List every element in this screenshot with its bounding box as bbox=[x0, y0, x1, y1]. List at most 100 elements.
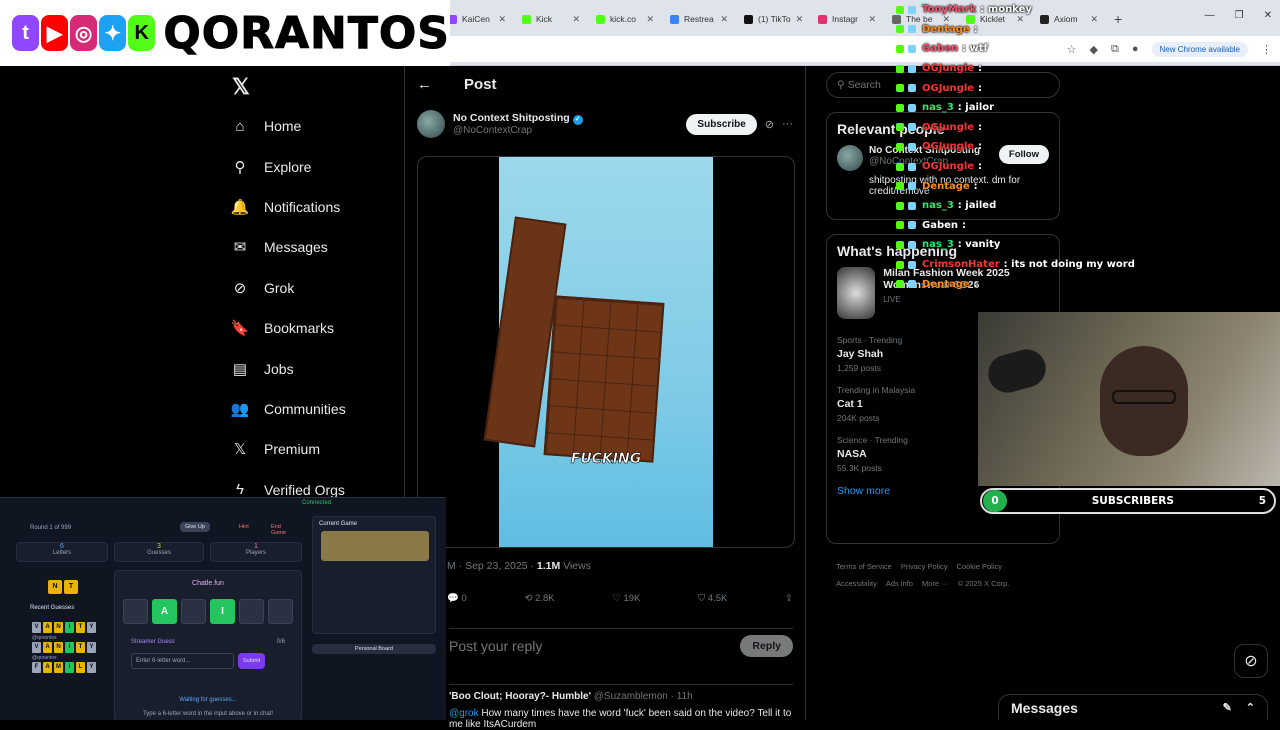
sidebar-item-label: Home bbox=[264, 118, 302, 135]
footer-link[interactable]: Terms of Service bbox=[836, 562, 892, 571]
sidebar-item-explore[interactable]: ⚲ Explore bbox=[230, 146, 400, 186]
sub-badge-icon bbox=[908, 123, 916, 132]
reply-button[interactable]: Reply bbox=[740, 635, 793, 657]
event-status: LIVE bbox=[883, 295, 901, 304]
sidebar-item-premium[interactable]: 𝕏 Premium bbox=[230, 429, 400, 469]
x-logo-icon[interactable]: 𝕏 bbox=[232, 74, 250, 100]
back-arrow-icon[interactable]: ← bbox=[417, 76, 432, 93]
game-toolbar: Round 1 of 999 Give Up Hint End Game bbox=[12, 522, 302, 536]
reply-icon: 💬 bbox=[447, 593, 459, 604]
sidebar-item-communities[interactable]: 👥 Communities bbox=[230, 389, 400, 429]
tab-favicon-icon bbox=[744, 14, 753, 24]
subscriber-goal-bar: 0 SUBSCRIBERS 5 bbox=[980, 488, 1276, 514]
hint-button[interactable]: Hint bbox=[234, 522, 254, 532]
avatar[interactable] bbox=[417, 110, 445, 138]
sidebar-item-label: Bookmarks bbox=[264, 320, 335, 337]
close-tab-icon[interactable]: ✕ bbox=[646, 14, 654, 25]
reply-action[interactable]: 💬 0 bbox=[447, 593, 467, 604]
more-icon[interactable]: ··· bbox=[782, 118, 793, 130]
guess-letter: A bbox=[43, 662, 52, 673]
browser-tab[interactable]: kick.co ✕ bbox=[588, 8, 662, 30]
sub-badge-icon bbox=[908, 260, 916, 269]
grok-icon[interactable]: ⊘ bbox=[765, 118, 774, 131]
board-tile: I bbox=[210, 599, 235, 624]
reply-author-name[interactable]: 'Boo Clout; Hooray?- Humble' bbox=[449, 691, 591, 702]
give-up-button[interactable]: Give Up bbox=[180, 522, 210, 532]
footer-link[interactable]: Accessibility bbox=[836, 579, 877, 588]
sidebar-item-notifications[interactable]: 🔔 Notifications bbox=[230, 187, 400, 227]
browser-tab[interactable]: Instagr ✕ bbox=[810, 8, 884, 30]
sidebar-item-label: Communities bbox=[264, 400, 346, 417]
close-icon[interactable]: ✕ bbox=[1264, 10, 1272, 21]
guess-letter: A bbox=[43, 642, 52, 653]
share-icon[interactable]: ⇪ bbox=[785, 593, 793, 604]
sidebar-item-jobs[interactable]: ▤ Jobs bbox=[230, 348, 400, 388]
subscribe-button[interactable]: Subscribe bbox=[686, 113, 757, 135]
author-handle[interactable]: @NoContextCrap bbox=[453, 125, 583, 136]
guess-letter: F bbox=[32, 662, 41, 673]
chat-text: : jailed bbox=[957, 200, 997, 212]
sidebar-item-grok[interactable]: ⊘ Grok bbox=[230, 268, 400, 308]
sub-badge-icon bbox=[908, 201, 916, 210]
bookmark-action[interactable]: ⛉ 4.5K bbox=[698, 593, 727, 604]
end-game-button[interactable]: End Game bbox=[266, 522, 302, 538]
author-name[interactable]: No Context Shitposting bbox=[453, 112, 570, 124]
sidebar-item-label: Messages bbox=[264, 239, 328, 256]
close-tab-icon[interactable]: ✕ bbox=[498, 14, 506, 25]
avatar[interactable] bbox=[837, 145, 863, 171]
footer-links: Terms of Service Privacy Policy Cookie Pol… bbox=[836, 558, 1058, 592]
compose-icon[interactable]: ✎ bbox=[1223, 701, 1232, 714]
guess-letter: V bbox=[32, 622, 41, 633]
browser-tab[interactable]: (1) TikTo ✕ bbox=[736, 8, 810, 30]
submit-button[interactable]: Submit bbox=[238, 653, 266, 669]
update-chip[interactable]: New Chrome available bbox=[1151, 41, 1248, 57]
expand-icon[interactable]: ⌃ bbox=[1246, 701, 1255, 714]
post-media[interactable]: FUCKING bbox=[417, 156, 795, 548]
footer-link[interactable]: More ··· bbox=[922, 579, 949, 588]
footer-link[interactable]: Cookie Policy bbox=[957, 562, 1002, 571]
close-tab-icon[interactable]: ✕ bbox=[572, 14, 580, 25]
browser-tab[interactable]: Restrea ✕ bbox=[662, 8, 736, 30]
sidebar-item-home[interactable]: ⌂ Home bbox=[230, 106, 400, 146]
video-player[interactable]: FUCKING bbox=[483, 157, 713, 547]
footer-link[interactable]: © 2025 X Corp. bbox=[958, 579, 1010, 588]
footer-link[interactable]: Ads info bbox=[886, 579, 913, 588]
sidebar-item-messages[interactable]: ✉ Messages bbox=[230, 227, 400, 267]
tab-label: Restrea bbox=[684, 14, 714, 24]
close-tab-icon[interactable]: ✕ bbox=[796, 14, 804, 25]
sub-badge-icon bbox=[908, 44, 916, 53]
recent-guess-user: @qorantos bbox=[32, 635, 57, 641]
post-date[interactable]: M · Sep 23, 2025 · bbox=[447, 560, 537, 572]
chat-text: : bbox=[973, 23, 978, 35]
chat-text: : bbox=[973, 278, 978, 290]
waiting-text: Waiting for guesses... bbox=[179, 697, 237, 703]
chat-message: OGJungle: bbox=[896, 118, 1156, 138]
browser-tab[interactable]: KaiCen ✕ bbox=[440, 8, 514, 30]
search-placeholder: Search bbox=[847, 79, 881, 91]
footer-link[interactable]: Privacy Policy bbox=[901, 562, 948, 571]
menu-icon[interactable]: ⋮ bbox=[1261, 43, 1272, 56]
guess-input[interactable]: Enter 6-letter word... bbox=[131, 653, 234, 669]
maximize-icon[interactable]: ❐ bbox=[1235, 10, 1244, 21]
like-action[interactable]: ♡ 19K bbox=[612, 593, 640, 604]
reply-author-handle[interactable]: @Suzamblemon · 11h bbox=[594, 691, 693, 702]
reply-tweet[interactable]: 'Boo Clout; Hooray?- Humble' @Suzamblemo… bbox=[449, 684, 793, 730]
grok-icon[interactable]: ⊘ bbox=[1234, 644, 1268, 678]
browser-tab[interactable]: Kick ✕ bbox=[514, 8, 588, 30]
repost-action[interactable]: ⟲ 2.8K bbox=[524, 593, 554, 604]
sub-badge-icon bbox=[908, 240, 916, 249]
reply-mention[interactable]: @grok bbox=[449, 708, 479, 719]
reply-count: 0 bbox=[461, 593, 467, 604]
bookmark-count: 4.5K bbox=[707, 593, 728, 604]
guess-letter: Y bbox=[87, 642, 96, 653]
microphone-image bbox=[984, 345, 1050, 397]
chat-message: Dentage: bbox=[896, 20, 1156, 40]
close-tab-icon[interactable]: ✕ bbox=[868, 14, 876, 25]
messages-drawer[interactable]: Messages ✎ ⌃ bbox=[998, 694, 1268, 720]
bookmark-icon: ⛉ bbox=[698, 593, 706, 604]
minimize-icon[interactable]: — bbox=[1205, 10, 1215, 21]
sidebar-item-bookmarks[interactable]: 🔖 Bookmarks bbox=[230, 308, 400, 348]
personal-board-button[interactable]: Personal Board bbox=[312, 644, 436, 654]
reply-input[interactable]: Post your reply bbox=[449, 638, 542, 654]
close-tab-icon[interactable]: ✕ bbox=[720, 14, 728, 25]
